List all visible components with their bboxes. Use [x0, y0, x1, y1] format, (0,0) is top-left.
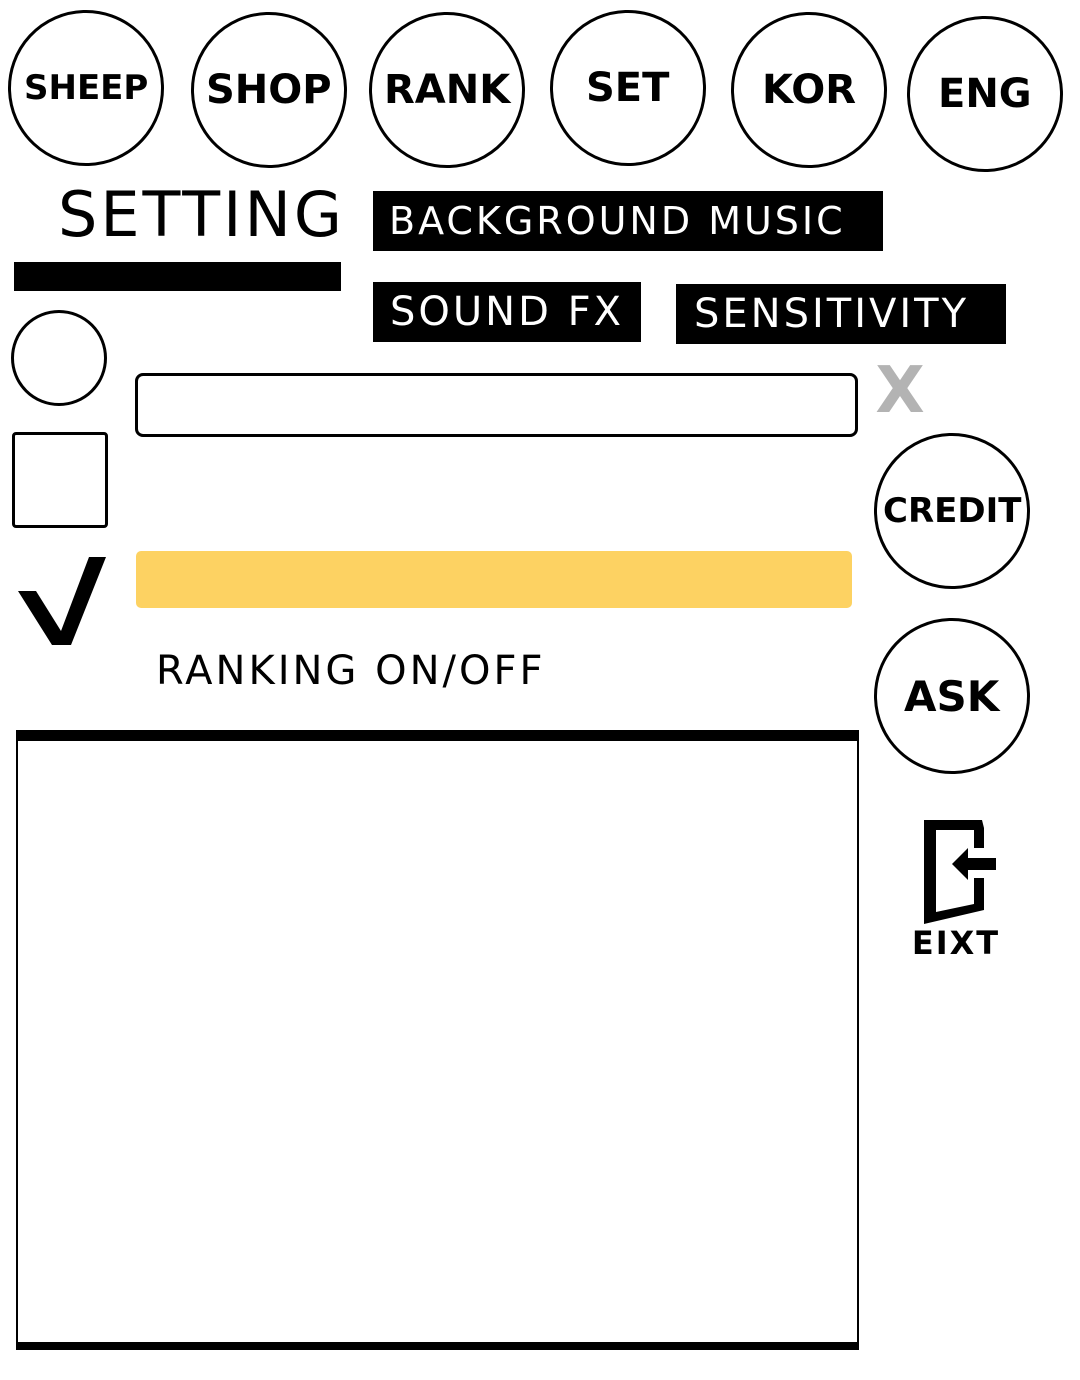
- exit-door-icon: [924, 820, 996, 924]
- eng-button-label: ENG: [938, 71, 1032, 118]
- ranking-toggle-label[interactable]: RANKING ON/OFF: [156, 648, 546, 694]
- exit-button[interactable]: EIXT: [906, 816, 1006, 966]
- shop-button-label: SHOP: [206, 67, 332, 114]
- background-music-label: BACKGROUND MUSIC: [389, 199, 846, 243]
- ask-button[interactable]: ASK: [871, 615, 1033, 777]
- background-music-button[interactable]: BACKGROUND MUSIC: [373, 191, 883, 251]
- ask-button-label: ASK: [904, 671, 1000, 721]
- sound-fx-label: SOUND FX: [390, 289, 624, 335]
- radio-button[interactable]: [11, 310, 107, 406]
- credit-button-label: CREDIT: [882, 491, 1022, 531]
- rank-button[interactable]: RANK: [366, 9, 528, 171]
- check-mark-icon[interactable]: [16, 555, 108, 651]
- exit-label: EIXT: [911, 924, 1001, 962]
- title-underline: [14, 262, 341, 291]
- set-button[interactable]: SET: [547, 7, 709, 169]
- sound-fx-button[interactable]: SOUND FX: [373, 282, 641, 342]
- kor-button[interactable]: KOR: [728, 9, 890, 171]
- sheep-button[interactable]: SHEEP: [5, 7, 167, 169]
- content-panel: [16, 730, 859, 1350]
- close-icon[interactable]: X: [872, 356, 928, 426]
- set-button-label: SET: [586, 65, 670, 112]
- page-title: SETTING: [58, 178, 345, 251]
- text-input[interactable]: [135, 373, 858, 437]
- checkbox[interactable]: [12, 432, 108, 528]
- sensitivity-label: SENSITIVITY: [694, 291, 970, 337]
- sheep-button-label: SHEEP: [23, 68, 149, 108]
- eng-button[interactable]: ENG: [904, 13, 1066, 175]
- rank-button-label: RANK: [383, 67, 511, 114]
- sensitivity-button[interactable]: SENSITIVITY: [676, 284, 1006, 344]
- kor-button-label: KOR: [761, 67, 856, 114]
- credit-button[interactable]: CREDIT: [871, 430, 1033, 592]
- shop-button[interactable]: SHOP: [188, 9, 350, 171]
- sensitivity-slider[interactable]: [136, 551, 852, 608]
